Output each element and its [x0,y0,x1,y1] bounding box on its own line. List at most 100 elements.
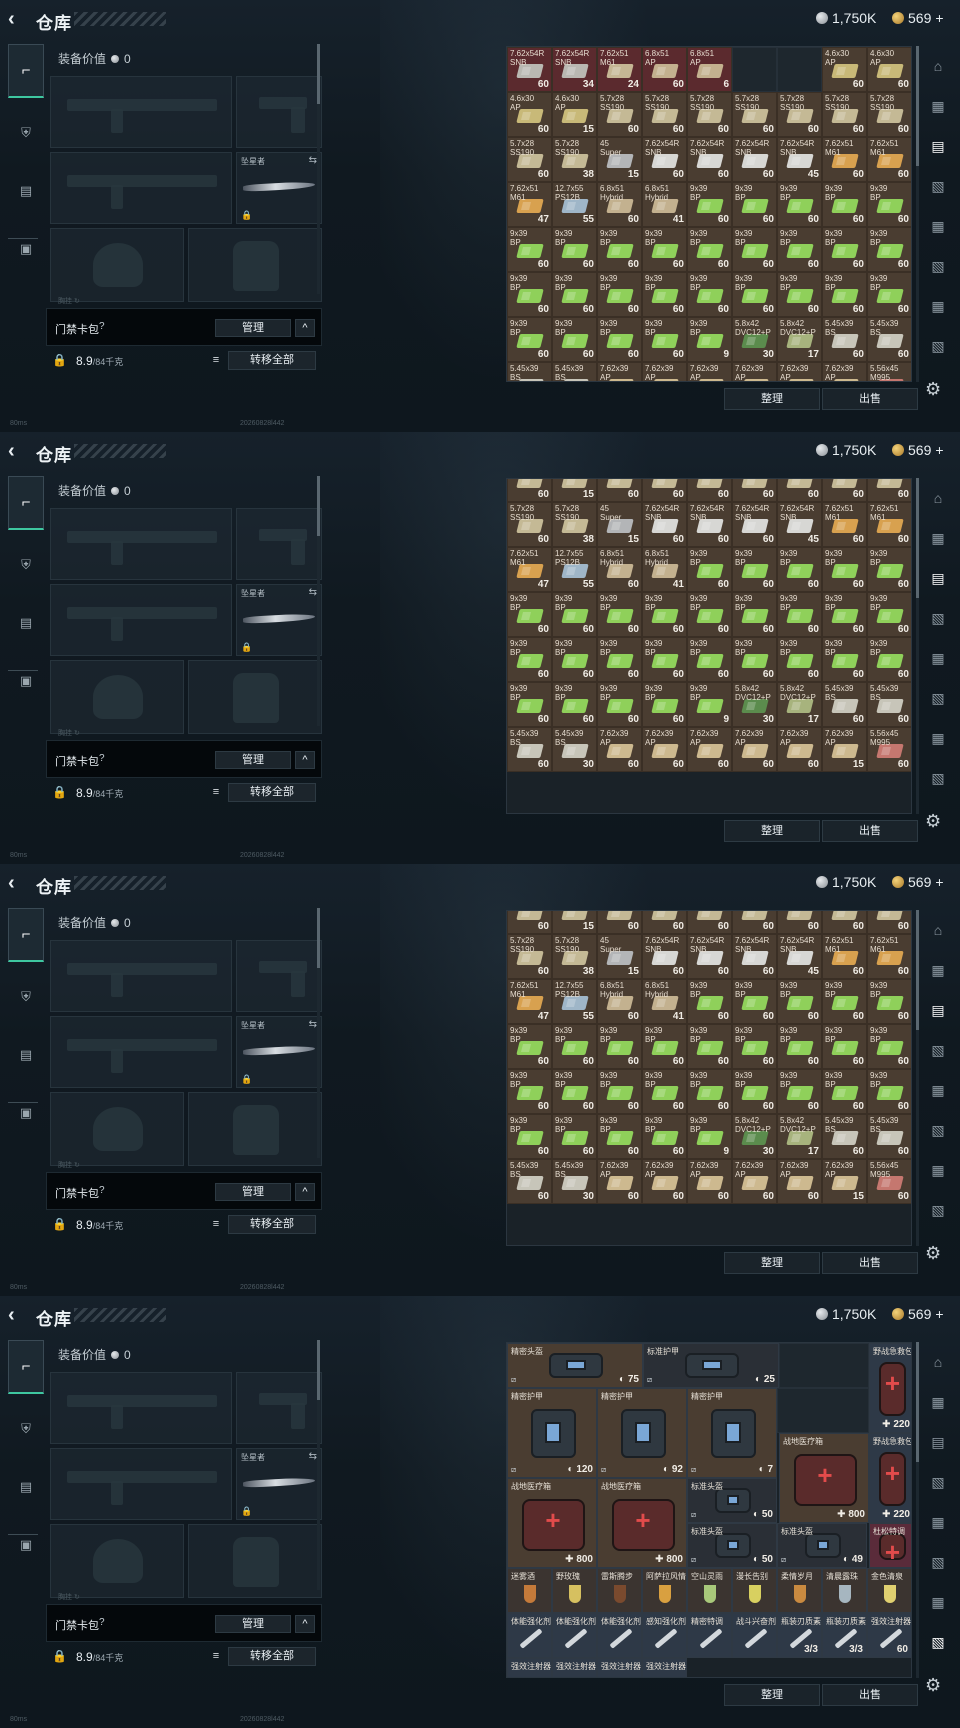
precision-armor-item-3[interactable]: 精密护甲 ◐ 7 ⧄ [687,1388,777,1478]
stash-item-cell[interactable]: 9x39 BP 60 [552,227,597,272]
stash-item-cell[interactable]: 5.45x39 BS60 [822,1114,867,1159]
stash-tab-5[interactable]: ▦ [920,642,956,674]
stash-item-cell[interactable]: 5.56x45 M99560 [867,362,911,381]
stash-item-cell[interactable]: 60 [822,479,867,502]
sidearm-slot[interactable] [236,508,322,580]
stash-item-cell[interactable]: 5.8x42 DVC12+P 17 [777,317,822,362]
stash-item-cell[interactable]: 7.62x39 AP60 [642,362,687,381]
stash-item-cell[interactable]: 5.8x42 DVC12+P 17 [777,1114,822,1159]
stash-item-cell[interactable]: 4.6x30 AP 60 [507,92,552,137]
stash-tab-4[interactable]: ▧ [920,170,956,202]
melee-slot[interactable]: 坠星者 ⇆ 🔒 [236,1448,322,1520]
stash-item-cell[interactable]: 9x39 BP 60 [732,1069,777,1114]
stash-item-cell[interactable]: 60 [687,479,732,502]
stash-item-cell[interactable]: 5.45x39 BS60 [507,727,552,772]
standard-helmet-item-1[interactable]: 标准头盔 ◐ 50 ⧄ [687,1478,777,1523]
injector-item[interactable]: 瓶装刃质素 3/3 [822,1613,867,1658]
stash-item-cell[interactable]: 9x39 BP 60 [867,1069,911,1114]
stash-item-cell[interactable]: 60 [777,911,822,934]
helmet-slot[interactable] [50,660,184,734]
tab-case[interactable]: ▣ [8,1086,44,1140]
injector-item[interactable]: 精密特调 [687,1613,732,1658]
tab-weapons[interactable]: ⌐ [8,476,44,530]
stash-item-cell[interactable]: 5.45x39 BS60 [507,362,552,381]
first-aid-pack-item-2[interactable]: 野战急救包 ✚ 220 [869,1433,911,1523]
drink-item[interactable]: 阿萨拉风情 [642,1568,687,1613]
injector-item[interactable]: 强效注射器 [552,1658,597,1677]
stash-item-cell[interactable]: 9x39 BP 60 [642,592,687,637]
stash-item-cell[interactable]: 9x39 BP 60 [552,1114,597,1159]
stash-item-cell[interactable]: 6.8x51 Hybrid 41 [642,979,687,1024]
stash-item-cell[interactable]: 9x39 BP 60 [642,637,687,682]
stash-tab-1[interactable]: ⌂ [920,1346,956,1378]
stash-item-cell[interactable]: 9x39 BP 60 [597,227,642,272]
stash-item-cell[interactable]: 7.62x54R SNB 34 [552,47,597,92]
stash-tab-7[interactable]: ▦ [920,1154,956,1186]
stash-item-cell[interactable]: 5.45x39 BS60 [822,317,867,362]
collapse-button[interactable]: ^ [295,1183,315,1201]
stash-item-cell[interactable]: 7.62x54R SNB 60 [642,137,687,182]
list-icon[interactable]: ≡ [208,784,224,800]
stash-item-cell[interactable]: 7.62x54R SNB 60 [507,47,552,92]
stash-item-cell[interactable]: 5.7x28 SS190 60 [642,92,687,137]
move-all-button[interactable]: 转移全部 [228,1647,316,1666]
stash-tab-7[interactable]: ▦ [920,722,956,754]
stash-item-cell[interactable]: 6.8x51 AP 60 [642,47,687,92]
back-icon[interactable]: ‹ [8,9,28,29]
gold-plus-icon[interactable]: + [935,874,943,890]
stash-item-cell[interactable]: 9x39 BP 60 [687,637,732,682]
stash-item-cell[interactable]: 7.62x39 AP15 [822,727,867,772]
stash-item-cell[interactable]: 9x39 BP 60 [732,547,777,592]
stash-item-cell[interactable]: 60 [597,479,642,502]
stash-tab-1[interactable]: ⌂ [920,50,956,82]
sort-button[interactable]: 整理 [724,820,820,842]
stash-item-cell[interactable]: 9x39 BP 60 [732,227,777,272]
stash-item-cell[interactable]: 9x39 BP 60 [867,592,911,637]
gold-plus-icon[interactable]: + [935,1306,943,1322]
helmet-item[interactable]: 精密头盔 ◐ 75 ⧄ [507,1343,643,1388]
stash-item-cell[interactable]: 60 [867,911,911,934]
stash-item-cell[interactable]: 9x39 BP 60 [552,637,597,682]
collapse-button[interactable]: ^ [295,751,315,769]
injector-item[interactable]: 体能强化剂 [507,1613,552,1658]
stash-tab-2[interactable]: ▦ [920,90,956,122]
stash-item-cell[interactable]: 7.62x51 M61 60 [822,934,867,979]
stash-item-cell[interactable]: 9x39 BP 60 [777,1069,822,1114]
stash-item-cell[interactable]: 6.8x51 Hybrid 60 [597,547,642,592]
drink-item[interactable]: 野玫瑰 [552,1568,597,1613]
stash-item-cell[interactable]: 9x39 BP 60 [822,272,867,317]
armor-slot[interactable] [188,228,322,302]
primary-weapon-slot[interactable] [50,1372,232,1444]
stash-item-cell[interactable]: 12.7x55 PS12B 55 [552,979,597,1024]
stash-item-cell[interactable]: 7.62x39 AP60 [732,1159,777,1204]
stash-item-cell[interactable]: 9x39 BP 60 [687,182,732,227]
drink-item[interactable]: 迷雾酒 [507,1568,552,1613]
melee-slot[interactable]: 坠星者 ⇆ 🔒 [236,584,322,656]
stash-item-cell[interactable]: 9x39 BP 9 [687,1114,732,1159]
currency-gold[interactable]: 569 + [892,874,944,890]
stash-tab-5[interactable]: ▦ [920,210,956,242]
stash-item-cell[interactable]: 5.8x42 DVC12+P 30 [732,317,777,362]
stash-item-cell[interactable]: 7.62x39 AP15 [822,362,867,381]
armor-slot[interactable] [188,1092,322,1166]
currency-gold[interactable]: 569 + [892,442,944,458]
tab-weapons[interactable]: ⌐ [8,44,44,98]
currency-gold[interactable]: 569 + [892,1306,944,1322]
stash-item-cell[interactable]: 9x39 BP 60 [642,1069,687,1114]
stash-item-cell[interactable]: 5.8x42 DVC12+P 17 [777,682,822,727]
stash-item-cell[interactable]: 5.7x28 SS190 60 [507,934,552,979]
settings-icon[interactable]: ⚙ [925,1675,941,1696]
sidearm-slot[interactable] [236,76,322,148]
move-all-button[interactable]: 转移全部 [228,1215,316,1234]
list-icon[interactable]: ≡ [208,1216,224,1232]
stash-item-cell[interactable]: 9x39 BP 60 [822,592,867,637]
stash-item-cell[interactable]: 7.62x39 AP60 [687,362,732,381]
stash-scrollbar[interactable] [916,478,919,814]
stash-item-cell[interactable]: 9x39 BP 60 [642,272,687,317]
stash-item-cell[interactable]: 5.7x28 SS190 60 [507,137,552,182]
stash-item-cell[interactable]: 7.62x39 AP60 [687,727,732,772]
injector-item[interactable]: 强效注射器 60 [867,1613,911,1658]
stash-item-cell[interactable]: 9x39 BP 60 [732,1024,777,1069]
drink-item[interactable]: 金色清泉 [867,1568,911,1613]
stash-tab-1[interactable]: ⌂ [920,914,956,946]
